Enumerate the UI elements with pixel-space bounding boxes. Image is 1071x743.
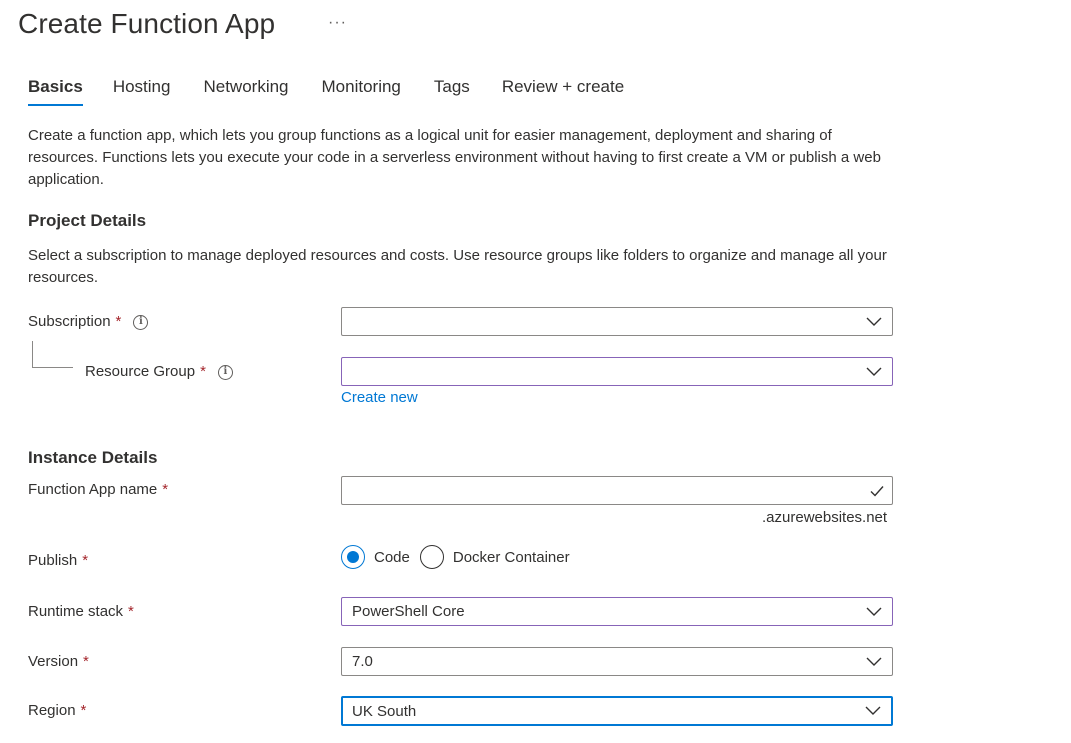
info-icon[interactable]: i xyxy=(217,364,233,380)
page-title: Create Function App xyxy=(18,8,276,39)
subscription-dropdown[interactable] xyxy=(341,307,893,336)
required-asterisk: * xyxy=(80,702,87,719)
create-function-app-page: Create Function App ··· Basics Hosting N… xyxy=(0,0,1071,743)
create-new-link[interactable]: Create new xyxy=(341,389,418,406)
version-label: Version * xyxy=(28,652,89,672)
intro-text: Create a function app, which lets you gr… xyxy=(28,127,881,188)
publish-label: Publish * xyxy=(28,551,88,571)
tab-networking[interactable]: Networking xyxy=(203,76,288,106)
publish-radio-group: Code Docker Container xyxy=(341,544,580,570)
tab-tags[interactable]: Tags xyxy=(434,76,470,106)
required-asterisk: * xyxy=(83,653,89,670)
resource-group-label: Resource Group * i xyxy=(85,362,233,382)
publish-docker-radio[interactable] xyxy=(419,545,444,569)
chevron-down-icon xyxy=(865,706,881,715)
subscription-label-text: Subscription xyxy=(28,313,111,330)
function-app-name-label: Function App name * xyxy=(28,480,168,500)
chevron-down-icon xyxy=(866,367,882,376)
required-asterisk: * xyxy=(162,481,169,498)
region-value: UK South xyxy=(352,702,417,720)
required-asterisk: * xyxy=(200,363,206,380)
required-asterisk: * xyxy=(128,603,134,620)
publish-code-label[interactable]: Code xyxy=(374,549,410,566)
version-dropdown[interactable]: 7.0 xyxy=(341,647,893,676)
instance-details-heading: Instance Details xyxy=(28,448,158,467)
version-label-text: Version xyxy=(28,653,79,670)
required-asterisk: * xyxy=(115,313,122,330)
resource-group-dropdown[interactable] xyxy=(341,357,893,386)
region-label-text: Region xyxy=(28,702,76,719)
chevron-down-icon xyxy=(866,657,882,666)
publish-code-radio[interactable] xyxy=(341,545,365,569)
tree-connector xyxy=(32,341,73,368)
resource-group-label-text: Resource Group xyxy=(85,363,196,380)
runtime-stack-label-text: Runtime stack xyxy=(28,603,124,620)
checkmark-icon xyxy=(870,485,884,497)
radio-dot xyxy=(347,551,359,563)
region-dropdown[interactable]: UK South xyxy=(341,696,893,726)
tab-hosting[interactable]: Hosting xyxy=(113,76,171,106)
more-options-icon[interactable]: ··· xyxy=(328,14,347,32)
tab-bar: Basics Hosting Networking Monitoring Tag… xyxy=(28,76,624,106)
runtime-stack-label: Runtime stack * xyxy=(28,602,134,622)
runtime-stack-dropdown[interactable]: PowerShell Core xyxy=(341,597,893,626)
required-asterisk: * xyxy=(82,552,89,569)
region-label: Region * xyxy=(28,701,86,721)
chevron-down-icon xyxy=(866,607,882,616)
tab-review-create[interactable]: Review + create xyxy=(502,76,624,106)
project-details-heading: Project Details xyxy=(28,211,147,230)
tab-basics[interactable]: Basics xyxy=(28,76,83,106)
chevron-down-icon xyxy=(866,317,882,326)
publish-docker-label[interactable]: Docker Container xyxy=(453,549,570,566)
function-app-name-input[interactable] xyxy=(341,476,893,505)
runtime-stack-value: PowerShell Core xyxy=(352,603,465,620)
info-icon[interactable]: i xyxy=(133,314,149,330)
tab-monitoring[interactable]: Monitoring xyxy=(322,76,401,106)
function-app-name-label-text: Function App name xyxy=(28,481,158,498)
subscription-label: Subscription * i xyxy=(28,312,149,332)
domain-suffix: .azurewebsites.net xyxy=(762,509,888,526)
project-details-description: Select a subscription to manage deployed… xyxy=(28,247,887,286)
version-value: 7.0 xyxy=(352,653,373,670)
publish-label-text: Publish xyxy=(28,552,78,569)
